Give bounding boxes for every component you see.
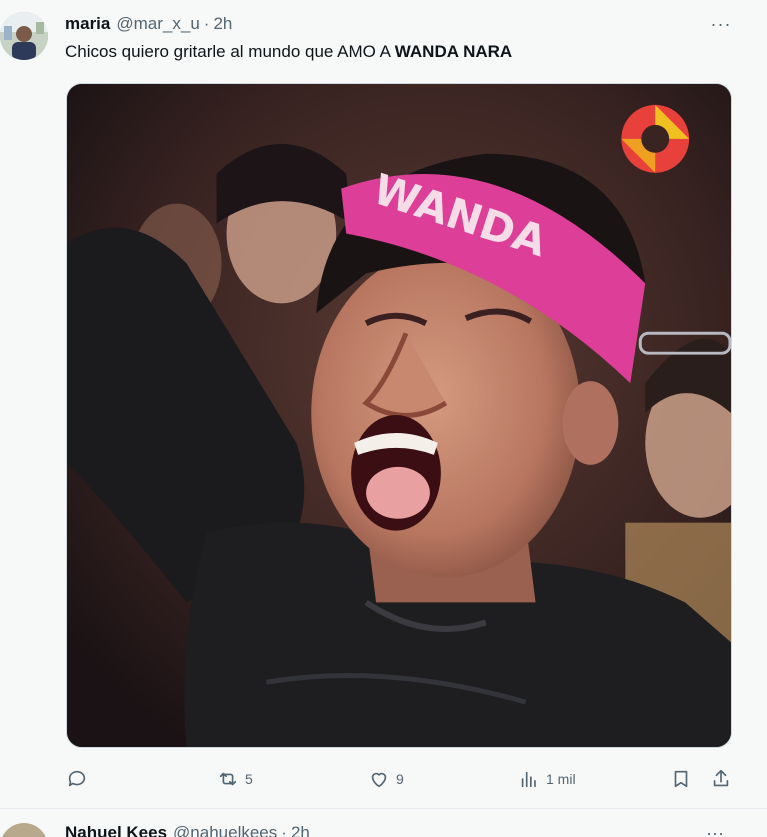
share-icon — [713, 769, 729, 787]
like-button[interactable]: 9 — [368, 762, 404, 796]
separator-dot: · — [203, 14, 210, 33]
user-handle[interactable]: @mar_x_u — [116, 14, 199, 34]
next-tweet[interactable]: Nahuel Kees @nahuelkees · 2h ··· — [0, 809, 767, 837]
share-button[interactable] — [710, 762, 732, 796]
next-tweet-display-name[interactable]: Nahuel Kees — [65, 823, 167, 837]
more-icon: ··· — [710, 13, 732, 34]
avatar-image — [0, 12, 48, 60]
tweet-text-bold: WANDA NARA — [394, 42, 513, 61]
retweet-count: 5 — [245, 771, 253, 787]
reply-button[interactable] — [66, 762, 94, 796]
display-name[interactable]: maria — [65, 14, 110, 34]
tweet[interactable]: maria @mar_x_u · 2h ··· Chicos quiero gr… — [0, 0, 767, 808]
tweet-header: maria @mar_x_u · 2h — [65, 13, 232, 35]
like-count: 9 — [396, 771, 404, 787]
tweet-text-regular: Chicos quiero gritarle al mundo que AMO … — [65, 42, 395, 61]
next-tweet-header: Nahuel Kees @nahuelkees · 2h — [65, 823, 310, 837]
more-options-button[interactable]: ··· — [706, 13, 736, 35]
channel-logo — [621, 104, 690, 173]
analytics-icon — [521, 771, 536, 788]
retweet-icon — [219, 772, 237, 786]
reply-icon — [68, 770, 86, 787]
avatar[interactable] — [0, 12, 48, 60]
bookmark-button[interactable] — [670, 762, 692, 796]
tweet-media-image[interactable]: WANDA — [66, 83, 732, 748]
retweet-button[interactable]: 5 — [217, 762, 253, 796]
next-tweet-separator: · — [281, 823, 287, 837]
next-tweet-timestamp[interactable]: 2h — [291, 823, 310, 837]
timestamp[interactable]: 2h — [213, 14, 232, 34]
views-button[interactable]: 1 mil — [518, 762, 576, 796]
next-tweet-more-button[interactable]: ··· — [706, 823, 724, 837]
views-count: 1 mil — [546, 771, 576, 787]
tweet-text: Chicos quiero gritarle al mundo que AMO … — [65, 42, 512, 62]
bookmark-icon — [674, 770, 688, 788]
media-photo: WANDA — [67, 84, 731, 747]
next-tweet-avatar[interactable] — [0, 823, 48, 837]
tweet-actions: 5 9 1 mil — [0, 762, 767, 796]
heart-icon — [371, 772, 387, 788]
next-tweet-handle[interactable]: @nahuelkees — [173, 823, 277, 837]
